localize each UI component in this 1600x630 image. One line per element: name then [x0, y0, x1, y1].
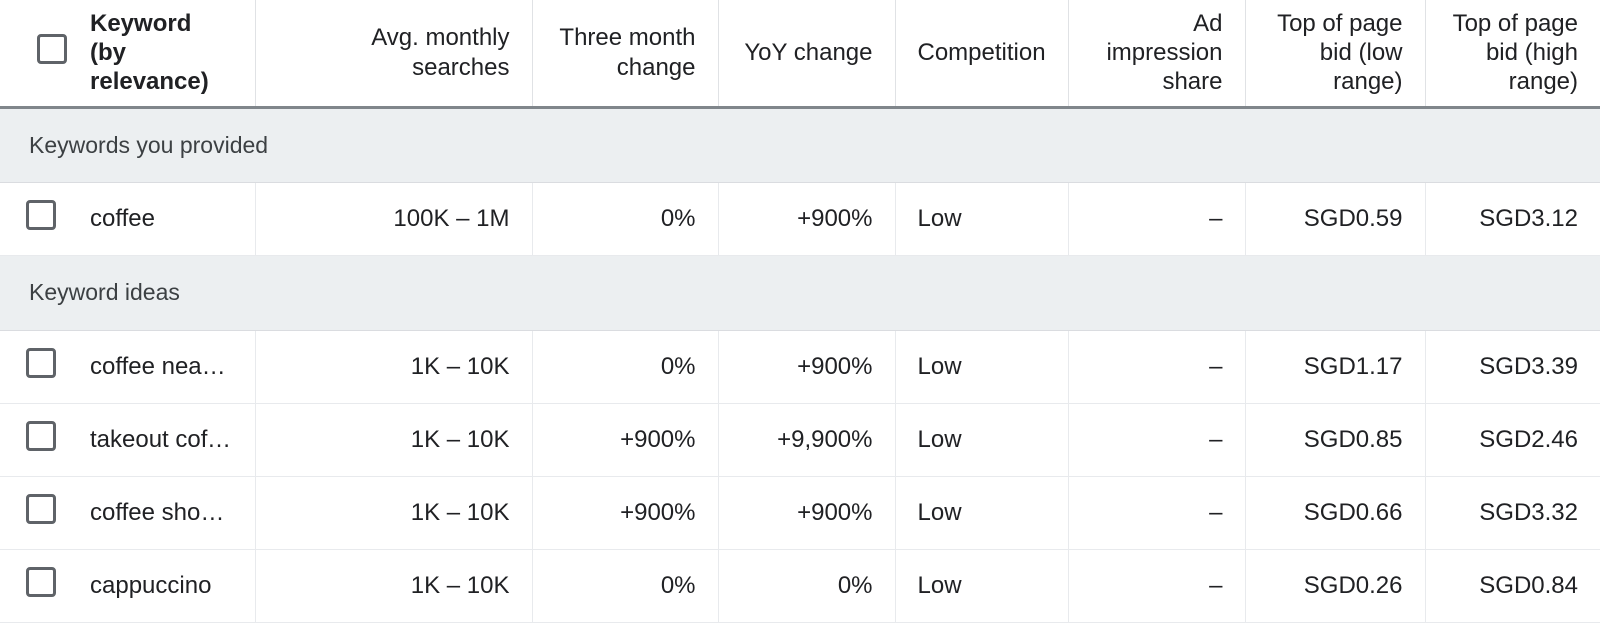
cell-avg-monthly-searches: 1K – 10K [255, 549, 533, 623]
cell-three-month-change: +900% [532, 403, 719, 477]
row-checkbox-cell [0, 403, 78, 477]
column-header-avg-monthly-searches[interactable]: Avg. monthly searches [255, 0, 533, 109]
cell-keyword[interactable]: takeout coffe… [78, 403, 256, 477]
cell-keyword[interactable]: coffee near … [78, 330, 256, 404]
column-header-bid-low-range[interactable]: Top of page bid (low range) [1245, 0, 1426, 109]
select-all-header-cell [0, 0, 78, 109]
cell-yoy-change: +9,900% [718, 403, 896, 477]
cell-yoy-change: +900% [718, 182, 896, 256]
cell-yoy-change: +900% [718, 476, 896, 550]
cell-bid-low-range: SGD0.85 [1245, 403, 1426, 477]
header-row: Keyword (by relevance) Avg. monthly sear… [0, 0, 1600, 109]
cell-bid-low-range: SGD0.66 [1245, 476, 1426, 550]
table-body: Keywords you provided coffee 100K – 1M 0… [0, 107, 1600, 623]
cell-bid-low-range: SGD0.59 [1245, 182, 1426, 256]
cell-bid-high-range: SGD0.84 [1425, 549, 1600, 623]
row-checkbox-cell [0, 330, 78, 404]
cell-three-month-change: 0% [532, 549, 719, 623]
cell-ad-impression-share: – [1068, 182, 1246, 256]
cell-three-month-change: 0% [532, 182, 719, 256]
cell-competition: Low [895, 549, 1069, 623]
column-header-competition[interactable]: Competition [895, 0, 1069, 109]
cell-keyword[interactable]: coffee [78, 182, 256, 256]
cell-keyword[interactable]: coffee shops… [78, 476, 256, 550]
cell-bid-high-range: SGD3.12 [1425, 182, 1600, 256]
row-checkbox[interactable] [26, 494, 56, 524]
row-checkbox-cell [0, 549, 78, 623]
column-header-ad-impression-share[interactable]: Ad impression share [1068, 0, 1246, 109]
keyword-planner-table: Keyword (by relevance) Avg. monthly sear… [0, 0, 1600, 623]
cell-yoy-change: +900% [718, 330, 896, 404]
row-checkbox[interactable] [26, 567, 56, 597]
table-row[interactable]: takeout coffe… 1K – 10K +900% +9,900% Lo… [0, 403, 1600, 477]
table-row[interactable]: coffee 100K – 1M 0% +900% Low – SGD0.59 … [0, 182, 1600, 256]
row-checkbox[interactable] [26, 421, 56, 451]
cell-avg-monthly-searches: 1K – 10K [255, 403, 533, 477]
select-all-checkbox[interactable] [37, 34, 67, 65]
cell-bid-low-range: SGD1.17 [1245, 330, 1426, 404]
column-header-yoy-change[interactable]: YoY change [718, 0, 896, 109]
row-checkbox-cell [0, 476, 78, 550]
row-checkbox-cell [0, 182, 78, 256]
table-row[interactable]: cappuccino 1K – 10K 0% 0% Low – SGD0.26 … [0, 549, 1600, 623]
group-header-row: Keywords you provided [0, 107, 1600, 183]
cell-avg-monthly-searches: 1K – 10K [255, 476, 533, 550]
cell-ad-impression-share: – [1068, 330, 1246, 404]
table-row[interactable]: coffee shops… 1K – 10K +900% +900% Low –… [0, 476, 1600, 550]
group-header-label: Keyword ideas [0, 255, 1600, 331]
cell-yoy-change: 0% [718, 549, 896, 623]
cell-competition: Low [895, 182, 1069, 256]
cell-bid-high-range: SGD3.39 [1425, 330, 1600, 404]
cell-avg-monthly-searches: 1K – 10K [255, 330, 533, 404]
cell-keyword[interactable]: cappuccino [78, 549, 256, 623]
table-row[interactable]: coffee near … 1K – 10K 0% +900% Low – SG… [0, 330, 1600, 404]
cell-competition: Low [895, 476, 1069, 550]
cell-competition: Low [895, 330, 1069, 404]
cell-ad-impression-share: – [1068, 549, 1246, 623]
row-checkbox[interactable] [26, 200, 56, 230]
column-header-keyword[interactable]: Keyword (by relevance) [78, 0, 256, 109]
group-header-label: Keywords you provided [0, 107, 1600, 183]
group-header-row: Keyword ideas [0, 255, 1600, 331]
cell-bid-high-range: SGD2.46 [1425, 403, 1600, 477]
cell-competition: Low [895, 403, 1069, 477]
column-header-three-month-change[interactable]: Three month change [532, 0, 719, 109]
cell-three-month-change: 0% [532, 330, 719, 404]
cell-three-month-change: +900% [532, 476, 719, 550]
cell-avg-monthly-searches: 100K – 1M [255, 182, 533, 256]
cell-bid-high-range: SGD3.32 [1425, 476, 1600, 550]
column-header-bid-high-range[interactable]: Top of page bid (high range) [1425, 0, 1600, 109]
row-checkbox[interactable] [26, 348, 56, 378]
table-header: Keyword (by relevance) Avg. monthly sear… [0, 0, 1600, 109]
cell-bid-low-range: SGD0.26 [1245, 549, 1426, 623]
cell-ad-impression-share: – [1068, 403, 1246, 477]
cell-ad-impression-share: – [1068, 476, 1246, 550]
